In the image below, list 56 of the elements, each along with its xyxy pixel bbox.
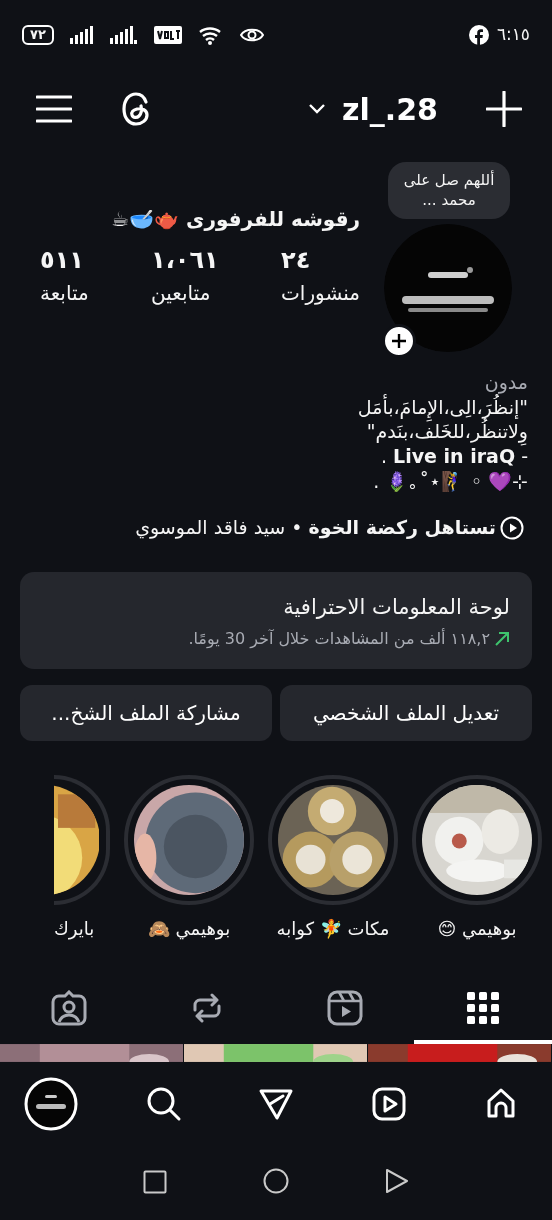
bio-line: - Live in iraQ . [381, 445, 528, 469]
stat-label: متابعة [40, 280, 89, 307]
recents-button[interactable] [143, 1169, 167, 1194]
category-label: مدون [483, 370, 528, 394]
stat-value: ١،٠٦١ [151, 245, 219, 276]
account-switcher[interactable]: zl_.28 [308, 86, 438, 132]
triangle-icon [385, 1168, 409, 1195]
search-icon [145, 1086, 182, 1123]
highlight-label: بوهيمي 🙈 [146, 917, 232, 942]
reels-icon [370, 1086, 407, 1123]
signal-icon [69, 26, 94, 44]
menu-icon [36, 94, 72, 124]
highlight-label: بوهيمي 😊 [436, 917, 518, 942]
trend-arrow-icon [494, 631, 510, 648]
back-button[interactable] [385, 1168, 409, 1195]
stat-value: ٥١١ [40, 245, 85, 276]
menu-button[interactable] [36, 94, 72, 124]
music-track[interactable]: تستاهل ركضة الخوة • سيد فاقد الموسوي [135, 513, 496, 542]
home-button[interactable] [263, 1168, 289, 1195]
stat-label: متابعين [151, 280, 212, 307]
create-button[interactable] [486, 91, 522, 127]
stat[interactable]: ١،٠٦١ متابعين [151, 242, 219, 308]
play-icon [500, 515, 524, 540]
circle-icon [263, 1168, 289, 1195]
caret-icon [308, 103, 327, 115]
highlight[interactable] [268, 775, 398, 906]
battery-indicator: ٧٢ [22, 25, 54, 45]
note-bubble: أللهم صل على محمد ... [388, 162, 510, 219]
share-profile-button[interactable]: مشاركة الملف الشخ... [20, 685, 272, 742]
profile-name: رقوشه للفرفورى 🫖🥣☕ [110, 206, 360, 233]
bio-line: ⊹💜 ◦ 🧗‍♀⋆˚｡🪻 . [372, 468, 528, 494]
stat-value: ٢٤ [281, 245, 312, 276]
edit-profile-button[interactable]: تعديل الملف الشخصي [280, 685, 532, 742]
tagged-person-icon [51, 990, 87, 1027]
plus-icon [391, 333, 407, 349]
eye-icon [239, 27, 264, 43]
dashboard-title: لوحة المعلومات الاحترافية [282, 593, 510, 621]
highlight-label: بايرك [54, 917, 96, 942]
volte-icon [153, 26, 182, 44]
facebook-icon [468, 25, 489, 45]
highlight-label: مكات 🧚 كوابه [275, 917, 391, 942]
square-icon [143, 1169, 167, 1194]
stat[interactable]: ٢٤ منشورات [281, 242, 360, 308]
highlight[interactable] [412, 775, 542, 906]
plus-icon [486, 91, 522, 127]
clock-time: ٦:١٥ [496, 23, 530, 47]
highlight[interactable] [124, 775, 254, 906]
highlight[interactable] [54, 775, 110, 906]
dashboard-card[interactable]: لوحة المعلومات الاحترافية ١١٨,٢ ألف من المشاهدات خلال آخر 30 يومًا. [20, 571, 532, 670]
signal-icon [109, 26, 138, 44]
grid-icon [465, 990, 501, 1027]
bio-line: "إنظُرَ،الِى،الإِمامَ،بأمَل [24, 394, 528, 420]
reels-icon [327, 990, 363, 1027]
stat-label: منشورات [281, 280, 360, 307]
stat[interactable]: ٥١١ متابعة [40, 242, 89, 308]
dashboard-stats: ١١٨,٢ ألف من المشاهدات خلال آخر 30 يومًا. [188, 627, 490, 651]
